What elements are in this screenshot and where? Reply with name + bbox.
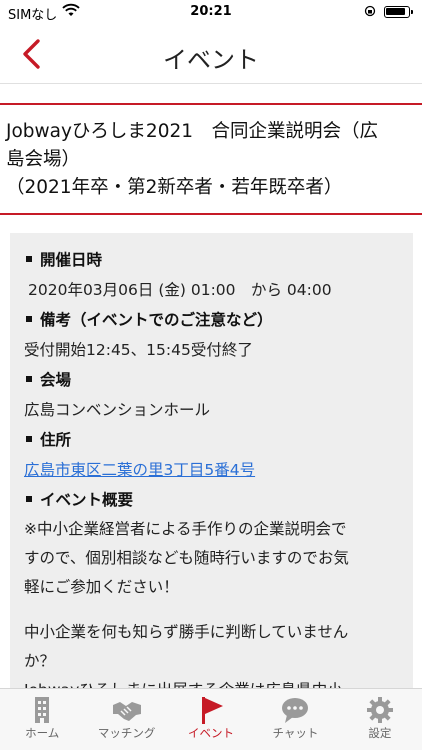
notes-value: 受付開始12:45、15:45受付終了 [24, 341, 253, 359]
tab-home[interactable]: ホーム [0, 689, 84, 750]
tab-event-label: イベント [188, 726, 235, 740]
flag-icon [202, 697, 224, 724]
battery-icon [384, 6, 413, 18]
venue-heading: 会場 [24, 365, 399, 395]
bullet-icon [26, 496, 32, 502]
overview-heading-label: イベント概要 [40, 491, 134, 509]
tab-chat[interactable]: チャット [253, 689, 337, 750]
event-title-line: （2021年卒・第2新卒者・若年既卒者） [6, 177, 343, 198]
bullet-icon [26, 436, 32, 442]
bullet-icon [26, 256, 32, 262]
gear-icon [366, 697, 393, 723]
overview-line: 中小企業を何も知らず勝手に判断していません [24, 623, 349, 641]
orientation-lock-icon [364, 5, 376, 17]
page-title: イベント [163, 46, 259, 74]
tab-settings[interactable]: 設定 [338, 689, 422, 750]
overview-text-2: 中小企業を何も知らず勝手に判断していません か？ Jobwayひろしまに出展する… [24, 618, 399, 693]
status-time: 20:21 [190, 4, 232, 19]
handshake-icon [112, 702, 141, 721]
address-link[interactable]: 広島市東区二葉の里3丁目5番4号 [24, 461, 255, 479]
datetime-value: 2020年03月06日 (金) 01:00 から 04:00 [28, 281, 332, 299]
building-icon [35, 697, 50, 723]
tab-home-label: ホーム [25, 726, 60, 740]
address-heading: 住所 [24, 425, 399, 455]
event-detail-panel: 開催日時 2020年03月06日 (金) 01:00 から 04:00 備考（イ… [10, 233, 413, 693]
notes-heading-label: 備考（イベントでのご注意など） [40, 311, 273, 329]
venue-heading-label: 会場 [40, 371, 72, 389]
overview-line: 軽にご参加ください！ [24, 578, 179, 596]
event-title-box: Jobwayひろしま2021 合同企業説明会（広 島会場） （2021年卒・第2… [0, 103, 422, 215]
event-title-line: 島会場） [6, 149, 81, 170]
overview-line: か？ [24, 652, 56, 670]
venue-value: 広島コンベンションホール [24, 401, 211, 419]
tab-matching-label: マッチング [97, 726, 156, 740]
event-title-line: Jobwayひろしま2021 合同企業説明会（広 [6, 121, 379, 142]
tab-event[interactable]: イベント [169, 689, 253, 750]
overview-heading: イベント概要 [24, 485, 399, 515]
notes-heading: 備考（イベントでのご注意など） [24, 305, 399, 335]
tab-bar: ホーム マッチング イベント チャット 設定 [0, 688, 422, 750]
overview-line: すので、個別相談なども随時行いますのでお気 [24, 549, 349, 567]
datetime-heading-label: 開催日時 [40, 251, 103, 269]
tab-matching[interactable]: マッチング [84, 689, 168, 750]
tab-settings-label: 設定 [368, 726, 392, 740]
bullet-icon [26, 376, 32, 382]
chat-bubble-icon [282, 698, 309, 723]
status-bar: SIMなし 20:21 [0, 0, 422, 24]
overview-text: ※中小企業経営者による手作りの企業説明会で すので、個別相談なども随時行いますの… [24, 515, 399, 602]
datetime-heading: 開催日時 [24, 245, 399, 275]
bullet-icon [26, 316, 32, 322]
overview-line: ※中小企業経営者による手作りの企業説明会で [24, 520, 347, 538]
address-heading-label: 住所 [40, 431, 72, 449]
navigation-bar: イベント [0, 24, 422, 84]
tab-chat-label: チャット [272, 726, 319, 740]
